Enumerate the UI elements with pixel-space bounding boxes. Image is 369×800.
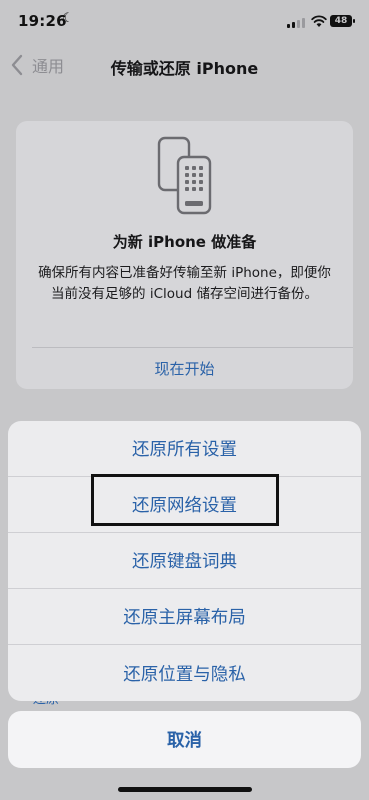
prepare-new-iphone-card: 为新 iPhone 做准备 确保所有内容已准备好传输至新 iPhone，即便你当… [16,121,353,389]
focus-moon-icon: ☾ [62,11,74,26]
home-indicator[interactable] [118,787,252,792]
wifi-icon [311,15,327,27]
page-title: 传输或还原 iPhone [110,59,259,78]
reset-action-sheet: 还原所有设置 还原网络设置 还原键盘词典 还原主屏幕布局 还原位置与隐私 [8,421,361,701]
reset-all-settings-button[interactable]: 还原所有设置 [8,421,361,477]
reset-home-screen-layout-button[interactable]: 还原主屏幕布局 [8,589,361,645]
reset-location-privacy-button[interactable]: 还原位置与隐私 [8,645,361,701]
get-started-button[interactable]: 现在开始 [16,358,353,379]
reset-keyboard-dictionary-button[interactable]: 还原键盘词典 [8,533,361,589]
highlight-box [91,474,279,526]
card-description: 确保所有内容已准备好传输至新 iPhone，即便你当前没有足够的 iCloud … [38,265,331,302]
status-bar: 19:26 ☾ 48 [0,0,369,44]
cellular-signal-icon [287,16,305,28]
card-divider [32,347,353,348]
battery-icon: 48 [330,15,355,27]
cancel-button[interactable]: 取消 [8,711,361,768]
status-time: 19:26 [18,12,67,30]
card-title: 为新 iPhone 做准备 [112,233,257,251]
phones-transfer-icon [157,136,212,215]
